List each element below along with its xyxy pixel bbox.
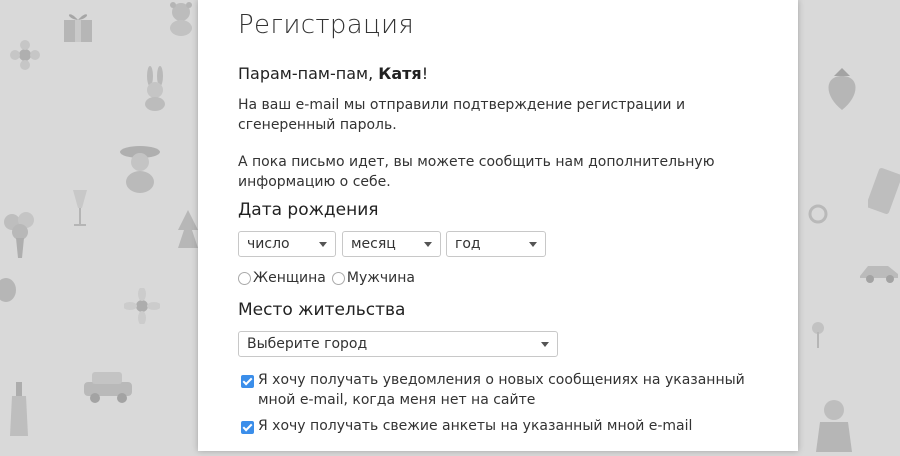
page-title: Регистрация	[238, 10, 415, 40]
gift-box-icon	[58, 6, 98, 50]
day-select[interactable]: число	[238, 231, 336, 257]
ring-icon	[806, 200, 830, 228]
flower-icon	[10, 40, 40, 74]
bouquet-icon	[0, 210, 40, 264]
year-select[interactable]: год	[446, 231, 546, 257]
male-radio[interactable]	[331, 271, 345, 285]
balloon-icon	[0, 276, 20, 320]
residence-heading: Место жительства	[238, 300, 406, 320]
messages-notification-label[interactable]: Я хочу получать уведомления о новых сооб…	[258, 370, 758, 410]
registration-panel: Регистрация Парам-пам-пам, Катя! На ваш …	[198, 0, 798, 451]
profiles-notification-checkbox[interactable]	[241, 421, 254, 434]
daisy-icon	[123, 287, 161, 328]
doll-icon	[812, 396, 856, 456]
chevron-down-icon	[319, 242, 327, 247]
city-select[interactable]: Выберите город	[238, 331, 558, 357]
day-select-value: число	[247, 236, 290, 252]
female-label[interactable]: Женщина	[253, 270, 326, 286]
profiles-notification-label[interactable]: Я хочу получать свежие анкеты на указанн…	[258, 416, 758, 436]
strawberry-icon	[822, 66, 862, 116]
bottle-icon	[6, 380, 32, 444]
messages-notification-checkbox[interactable]	[241, 375, 254, 388]
hat-doll-icon	[118, 140, 162, 198]
bunny-icon	[140, 66, 170, 116]
chocolate-icon	[866, 166, 900, 220]
tree-icon	[176, 208, 200, 262]
teddy-bear-icon	[165, 0, 197, 40]
greeting-prefix: Парам-пам-пам,	[238, 64, 379, 83]
info-text: А пока письмо идет, вы можете сообщить н…	[238, 154, 715, 190]
user-name: Катя	[378, 64, 422, 83]
female-radio[interactable]	[238, 271, 251, 285]
birth-date-heading: Дата рождения	[238, 200, 379, 220]
rose-icon	[808, 320, 828, 354]
sports-car-icon	[858, 258, 900, 288]
month-select-value: месяц	[351, 236, 396, 252]
male-label[interactable]: Мужчина	[347, 270, 415, 286]
chevron-down-icon	[424, 242, 432, 247]
greeting-suffix: !	[421, 64, 429, 83]
month-select[interactable]: месяц	[342, 231, 441, 257]
gender-radio-group: Женщина Мужчина	[238, 270, 421, 286]
notice-text: На ваш e-mail мы отправили подтверждение…	[238, 97, 686, 133]
car-icon	[80, 368, 136, 408]
champagne-glass-icon	[70, 188, 90, 236]
city-select-value: Выберите город	[247, 336, 368, 352]
greeting: Парам-пам-пам, Катя!	[238, 64, 428, 83]
year-select-value: год	[455, 236, 481, 252]
chevron-down-icon	[529, 242, 537, 247]
chevron-down-icon	[541, 342, 549, 347]
